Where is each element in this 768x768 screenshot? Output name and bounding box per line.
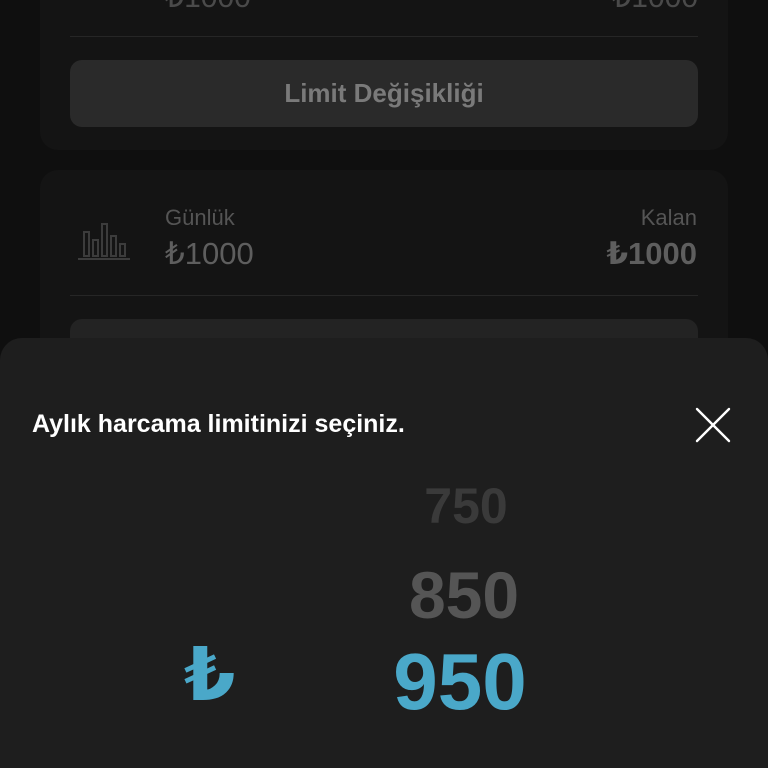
limit-picker-sheet: Aylık harcama limitinizi seçiniz. ₺ 750 … bbox=[0, 338, 768, 768]
remaining-label: Kalan bbox=[640, 205, 697, 230]
picker-option[interactable]: 850 bbox=[314, 562, 614, 628]
top-right-value: ₺1000 bbox=[612, 0, 698, 15]
remaining-value: ₺1000 bbox=[606, 236, 697, 271]
picker-option[interactable]: 750 bbox=[316, 481, 616, 531]
currency-symbol: ₺ bbox=[184, 633, 236, 716]
bar-chart-icon bbox=[78, 223, 130, 260]
picker-option-selected[interactable]: 950 bbox=[310, 642, 610, 722]
top-left-value: ₺1000 bbox=[165, 0, 251, 15]
screen: ₺1000 ₺1000 Limit Değişikliği Günlük ₺10… bbox=[0, 0, 768, 768]
close-button[interactable] bbox=[692, 404, 734, 446]
divider bbox=[70, 295, 698, 296]
sheet-title: Aylık harcama limitinizi seçiniz. bbox=[32, 410, 405, 438]
limit-change-button[interactable]: Limit Değişikliği bbox=[70, 60, 698, 127]
divider bbox=[70, 36, 698, 37]
daily-label: Günlük bbox=[165, 205, 235, 230]
close-icon bbox=[695, 407, 731, 443]
daily-value: ₺1000 bbox=[165, 236, 254, 271]
